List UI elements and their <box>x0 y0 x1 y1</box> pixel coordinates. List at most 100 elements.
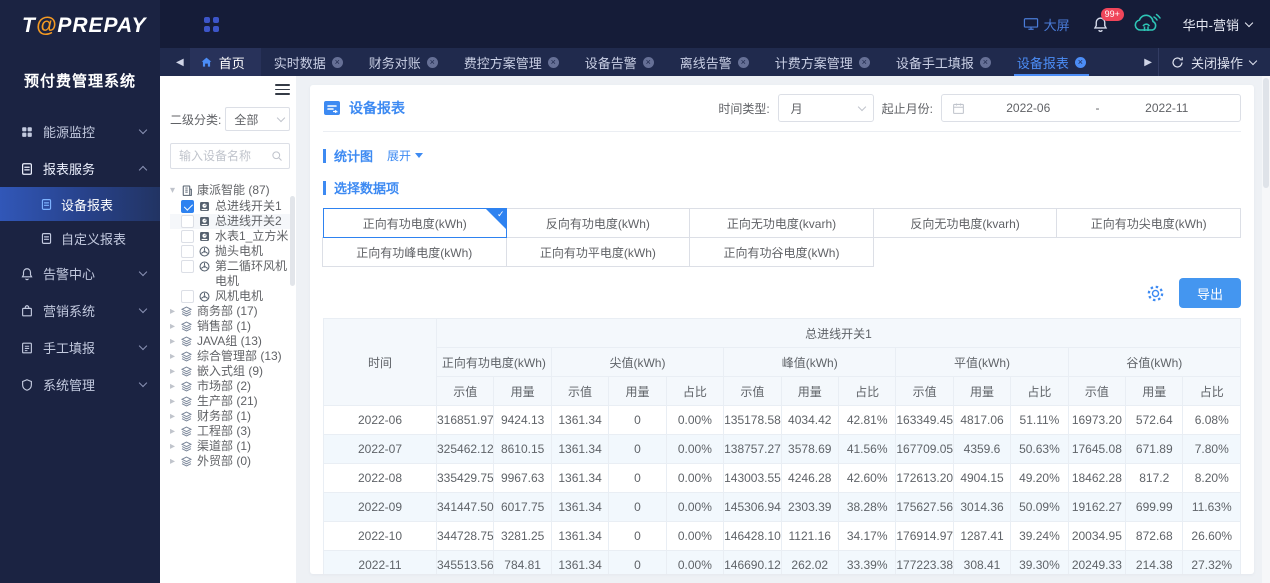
tree-device-item[interactable]: 水表1_立方米 <box>170 229 290 244</box>
table-row: 2022-06 316851.97 9424.13 1361.34 0 0.00% 1351… <box>323 405 1241 435</box>
close-tab-icon[interactable]: × <box>426 56 438 68</box>
sidebar-subitem-device-report[interactable]: 设备报表 <box>0 187 160 221</box>
tab-财务对账[interactable]: 财务对账 × <box>356 48 451 76</box>
caret-collapsed-icon[interactable]: ▸ <box>170 349 180 364</box>
tab-设备告警[interactable]: 设备告警 × <box>572 48 667 76</box>
caret-collapsed-icon[interactable]: ▸ <box>170 319 180 334</box>
caret-collapsed-icon[interactable]: ▸ <box>170 394 180 409</box>
time-type-select[interactable]: 月 <box>777 94 874 122</box>
tree-department-item[interactable]: ▸ 渠道部 (1) <box>170 439 290 454</box>
table-cell: 146428.10 <box>723 521 782 551</box>
close-tab-icon[interactable]: × <box>979 56 991 68</box>
tree-scrollbar[interactable] <box>290 196 295 286</box>
sidebar-item-energy-monitor[interactable]: 能源监控 <box>0 113 160 150</box>
expand-chart-toggle[interactable]: 展开 <box>387 147 424 164</box>
sidebar-item-manual-fill[interactable]: 手工填报 <box>0 329 160 366</box>
tabs-scroll-right-button[interactable]: ▶ <box>1138 57 1158 68</box>
tree-device-item[interactable]: 总进线开关2 <box>170 214 290 229</box>
tree-device-item[interactable]: 总进线开关1 <box>170 199 290 214</box>
caret-collapsed-icon[interactable]: ▸ <box>170 379 180 394</box>
tree-department-item[interactable]: ▸ 财务部 (1) <box>170 409 290 424</box>
caret-collapsed-icon[interactable]: ▸ <box>170 424 180 439</box>
caret-collapsed-icon[interactable]: ▸ <box>170 454 180 469</box>
table-row: 2022-11 345513.56 784.81 1361.34 0 0.00% 14669… <box>323 550 1241 574</box>
big-screen-button[interactable]: 大屏 <box>1023 15 1070 34</box>
caret-collapsed-icon[interactable]: ▸ <box>170 334 180 349</box>
building-icon <box>180 184 193 197</box>
sidebar-item-system-manage[interactable]: 系统管理 <box>0 366 160 403</box>
checkbox-unchecked[interactable] <box>181 260 194 273</box>
sidebar-item-report-service[interactable]: 报表服务 <box>0 150 160 187</box>
notifications-button[interactable]: 99+ <box>1092 7 1124 33</box>
checkbox-unchecked[interactable] <box>181 230 194 243</box>
tree-department-item[interactable]: ▸ 商务部 (17) <box>170 304 290 319</box>
data-item-button[interactable]: 正向有功电度(kWh) ✓ <box>323 208 507 238</box>
data-item-button[interactable]: 正向有功尖电度(kWh) <box>1056 208 1241 238</box>
tree-device-item[interactable]: 风机电机 <box>170 289 290 304</box>
tabs-scroll-left-button[interactable]: ◀ <box>170 57 190 68</box>
close-tab-icon[interactable]: × <box>642 56 654 68</box>
caret-collapsed-icon[interactable]: ▸ <box>170 409 180 424</box>
tree-department-item[interactable]: ▸ JAVA组 (13) <box>170 334 290 349</box>
tab-实时数据[interactable]: 实时数据 × <box>261 48 356 76</box>
tab-离线告警[interactable]: 离线告警 × <box>667 48 762 76</box>
checkbox-unchecked[interactable] <box>181 290 194 303</box>
table-cell: 0.00% <box>665 405 725 435</box>
table-settings-button[interactable] <box>1146 284 1165 303</box>
close-tab-icon[interactable]: × <box>737 56 749 68</box>
tree-device-item[interactable]: 第二循环风机电机 <box>170 259 290 289</box>
export-button[interactable]: 导出 <box>1179 278 1241 308</box>
tree-department-item[interactable]: ▸ 工程部 (3) <box>170 424 290 439</box>
tree-department-item[interactable]: ▸ 市场部 (2) <box>170 379 290 394</box>
checkbox-unchecked[interactable] <box>181 245 194 258</box>
data-item-button[interactable]: 正向有功峰电度(kWh) <box>322 237 507 267</box>
data-item-button[interactable]: 反向无功电度(kvarh) <box>872 208 1058 238</box>
caret-collapsed-icon[interactable]: ▸ <box>170 364 180 379</box>
close-actions-dropdown[interactable]: 关闭操作 <box>1157 48 1270 76</box>
tab-计费方案管理[interactable]: 计费方案管理 × <box>762 48 883 76</box>
tab-设备报表[interactable]: 设备报表 × <box>1004 48 1099 76</box>
close-tab-icon[interactable]: × <box>547 56 559 68</box>
gear-icon <box>1146 284 1165 303</box>
range-end-value[interactable]: 2022-11 <box>1104 101 1231 115</box>
collapse-panel-icon[interactable] <box>275 84 290 95</box>
tab-设备手工填报[interactable]: 设备手工填报 × <box>883 48 1004 76</box>
data-item-button[interactable]: 反向有功电度(kWh) <box>505 208 691 238</box>
close-tab-icon[interactable]: × <box>1074 56 1086 68</box>
close-tab-icon[interactable]: × <box>331 56 343 68</box>
tab-home[interactable]: 首页 <box>189 48 261 76</box>
caret-collapsed-icon[interactable]: ▸ <box>170 304 180 319</box>
tree-node-root[interactable]: ▾ 康派智能 (87) <box>170 183 290 198</box>
checkbox-checked[interactable] <box>181 200 194 213</box>
apps-grid-icon[interactable] <box>204 16 219 32</box>
category-select[interactable]: 全部 <box>225 107 290 131</box>
checkbox-unchecked[interactable] <box>181 215 194 228</box>
iot-cloud-button[interactable] <box>1131 10 1161 38</box>
tree-department-item[interactable]: ▸ 外贸部 (0) <box>170 454 290 469</box>
close-tab-icon[interactable]: × <box>858 56 870 68</box>
sidebar-item-marketing-system[interactable]: 营销系统 <box>0 292 160 329</box>
caret-expanded-icon[interactable]: ▾ <box>170 183 180 198</box>
table-cell: 42.81% <box>837 405 897 435</box>
tree-department-item[interactable]: ▸ 嵌入式组 (9) <box>170 364 290 379</box>
tab-费控方案管理[interactable]: 费控方案管理 × <box>451 48 572 76</box>
table-cell: 8610.15 <box>493 434 552 464</box>
page-scrollbar[interactable] <box>1262 76 1270 583</box>
tree-department-item[interactable]: ▸ 综合管理部 (13) <box>170 349 290 364</box>
sidebar-subitem-custom-report[interactable]: 自定义报表 <box>0 221 160 255</box>
user-menu[interactable]: 华中-营销 <box>1183 15 1254 34</box>
tree-department-item[interactable]: ▸ 销售部 (1) <box>170 319 290 334</box>
data-item-button[interactable]: 正向有功平电度(kWh) <box>505 237 691 267</box>
tree-department-item[interactable]: ▸ 生产部 (21) <box>170 394 290 409</box>
data-item-button[interactable]: 正向有功谷电度(kWh) <box>689 237 874 267</box>
sidebar-item-label: 营销系统 <box>43 304 96 319</box>
table-cell: 1361.34 <box>550 521 610 551</box>
data-item-button[interactable]: 正向无功电度(kvarh) <box>689 208 874 238</box>
device-search-input[interactable] <box>179 149 271 163</box>
month-range-picker[interactable]: 2022-06 - 2022-11 <box>941 94 1241 122</box>
sidebar-item-alarm-center[interactable]: 告警中心 <box>0 255 160 292</box>
caret-collapsed-icon[interactable]: ▸ <box>170 439 180 454</box>
range-start-value[interactable]: 2022-06 <box>965 101 1092 115</box>
layers-icon <box>180 455 193 468</box>
tree-device-item[interactable]: 抛头电机 <box>170 244 290 259</box>
